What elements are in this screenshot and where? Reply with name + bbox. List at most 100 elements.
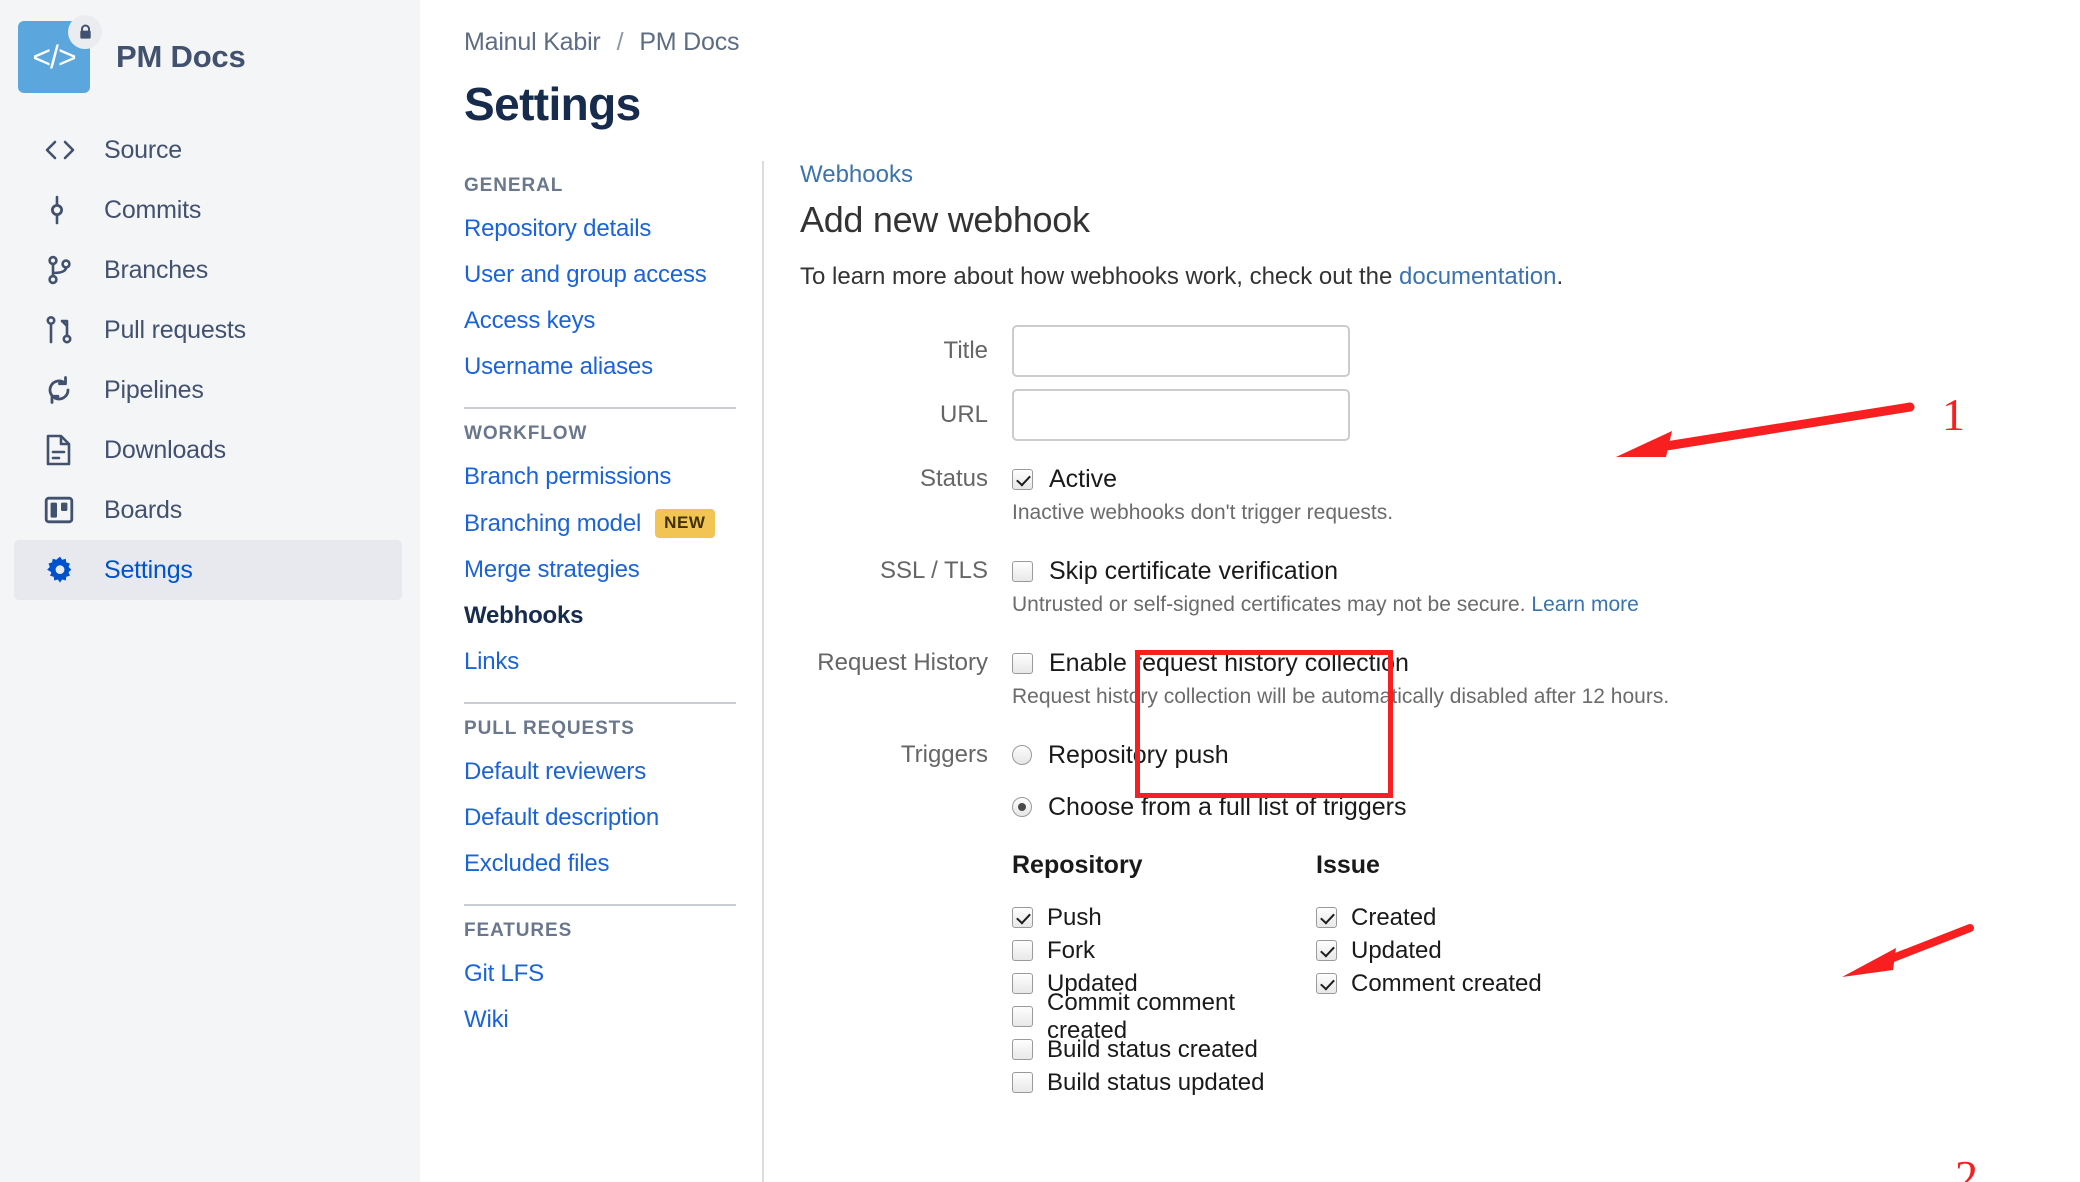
field-row-title: Title bbox=[800, 325, 2080, 377]
trigger-checkbox[interactable] bbox=[1012, 973, 1033, 994]
trigger-checkbox[interactable] bbox=[1316, 973, 1337, 994]
repository-name: PM Docs bbox=[116, 39, 246, 74]
field-row-ssl-tls: SSL / TLS Skip certificate verification … bbox=[800, 545, 2080, 625]
skip-cert-checkbox[interactable] bbox=[1012, 560, 1033, 582]
new-badge: NEW bbox=[655, 509, 715, 538]
trigger-issue-updated[interactable]: Updated bbox=[1316, 934, 1542, 967]
panel-breadcrumb-webhooks[interactable]: Webhooks bbox=[800, 161, 913, 188]
full-list-radio[interactable] bbox=[1012, 797, 1032, 817]
repository-push-radio[interactable] bbox=[1012, 745, 1032, 765]
trigger-groups: Repository Push Fork Updated Commit comm… bbox=[1012, 851, 1542, 1099]
trigger-checkbox[interactable] bbox=[1012, 1039, 1033, 1060]
trigger-checkbox[interactable] bbox=[1012, 1072, 1033, 1093]
settings-nav-link-links[interactable]: Links bbox=[464, 648, 740, 676]
main-content: Mainul Kabir / PM Docs Settings GENERAL … bbox=[420, 0, 2080, 1182]
ssl-tls-hint: Untrusted or self-signed certificates ma… bbox=[1012, 593, 1639, 617]
enable-request-history-row[interactable]: Enable request history collection bbox=[1012, 637, 1669, 689]
field-row-triggers: Triggers Repository push Choose from a f… bbox=[800, 729, 2080, 1099]
sidebar-item-commits[interactable]: Commits bbox=[14, 180, 402, 240]
sidebar-item-pipelines[interactable]: Pipelines bbox=[14, 360, 402, 420]
settings-nav-row-branching-model: Branching model NEW bbox=[464, 509, 740, 538]
settings-nav-link-username-aliases[interactable]: Username aliases bbox=[464, 353, 740, 381]
repository-sidebar: </> PM Docs Source Commits Branches Pull… bbox=[0, 0, 420, 1182]
request-history-label: Request History bbox=[817, 649, 988, 676]
url-control bbox=[1012, 389, 1350, 441]
settings-nav-link-repository-details[interactable]: Repository details bbox=[464, 215, 740, 243]
trigger-issue-comment-created[interactable]: Comment created bbox=[1316, 967, 1542, 1000]
downloads-icon bbox=[44, 434, 86, 466]
url-input[interactable] bbox=[1012, 389, 1350, 441]
full-list-label: Choose from a full list of triggers bbox=[1048, 792, 1407, 821]
settings-nav-link-default-description[interactable]: Default description bbox=[464, 804, 740, 832]
sidebar-item-label: Pull requests bbox=[104, 315, 246, 344]
sidebar-item-branches[interactable]: Branches bbox=[14, 240, 402, 300]
status-active-checkbox[interactable] bbox=[1012, 468, 1033, 490]
bitbucket-settings-page: </> PM Docs Source Commits Branches Pull… bbox=[0, 0, 2080, 1182]
title-input[interactable] bbox=[1012, 325, 1350, 377]
boards-icon bbox=[44, 495, 86, 525]
sidebar-item-settings[interactable]: Settings bbox=[14, 540, 402, 600]
trigger-label: Updated bbox=[1351, 936, 1442, 964]
status-active-row[interactable]: Active bbox=[1012, 453, 1393, 505]
sidebar-item-boards[interactable]: Boards bbox=[14, 480, 402, 540]
learn-more-link[interactable]: Learn more bbox=[1531, 593, 1638, 616]
webhook-form: Title URL Status Active Inactive webhook… bbox=[800, 325, 2080, 1099]
trigger-checkbox[interactable] bbox=[1316, 940, 1337, 961]
branches-icon bbox=[44, 255, 86, 285]
trigger-checkbox[interactable] bbox=[1012, 1006, 1033, 1027]
enable-request-history-checkbox[interactable] bbox=[1012, 652, 1033, 674]
pipelines-icon bbox=[44, 375, 86, 405]
trigger-checkbox[interactable] bbox=[1316, 907, 1337, 928]
breadcrumb-repo[interactable]: PM Docs bbox=[639, 28, 739, 57]
settings-nav-link-excluded-files[interactable]: Excluded files bbox=[464, 850, 740, 878]
page-title: Settings bbox=[464, 78, 641, 130]
settings-nav-link-user-and-group-access[interactable]: User and group access bbox=[464, 261, 740, 289]
sidebar-item-label: Downloads bbox=[104, 435, 226, 464]
pull-request-icon bbox=[44, 315, 86, 345]
settings-nav-link-webhooks[interactable]: Webhooks bbox=[464, 602, 740, 630]
sidebar-item-label: Source bbox=[104, 135, 183, 164]
panel-description-text: To learn more about how webhooks work, c… bbox=[800, 263, 1399, 290]
settings-nav-group-general: GENERAL Repository details User and grou… bbox=[464, 175, 740, 409]
settings-nav-link-branch-permissions[interactable]: Branch permissions bbox=[464, 463, 740, 491]
status-active-label: Active bbox=[1049, 464, 1118, 493]
settings-nav-link-wiki[interactable]: Wiki bbox=[464, 1006, 740, 1034]
sidebar-item-label: Settings bbox=[104, 555, 193, 584]
breadcrumb-separator: / bbox=[616, 28, 624, 56]
settings-nav-link-git-lfs[interactable]: Git LFS bbox=[464, 960, 740, 988]
sidebar-item-label: Pipelines bbox=[104, 375, 204, 404]
status-label: Status bbox=[919, 465, 988, 492]
sidebar-item-source[interactable]: Source bbox=[14, 120, 402, 180]
trigger-label: Fork bbox=[1047, 936, 1095, 964]
status-hint: Inactive webhooks don't trigger requests… bbox=[1012, 501, 1394, 524]
status-control: Active Inactive webhooks don't trigger r… bbox=[1012, 453, 1393, 533]
settings-nav-link-merge-strategies[interactable]: Merge strategies bbox=[464, 556, 740, 584]
trigger-option-full-list[interactable]: Choose from a full list of triggers bbox=[1012, 781, 1542, 833]
trigger-checkbox[interactable] bbox=[1012, 940, 1033, 961]
trigger-issue-created[interactable]: Created bbox=[1316, 901, 1542, 934]
gear-icon bbox=[44, 554, 86, 586]
field-row-url: URL bbox=[800, 389, 2080, 441]
settings-nav-divider bbox=[464, 407, 736, 409]
settings-nav-divider bbox=[464, 702, 736, 704]
trigger-label: Push bbox=[1047, 903, 1102, 931]
sidebar-item-downloads[interactable]: Downloads bbox=[14, 420, 402, 480]
settings-nav-link-access-keys[interactable]: Access keys bbox=[464, 307, 740, 335]
documentation-link[interactable]: documentation bbox=[1399, 263, 1556, 290]
trigger-checkbox[interactable] bbox=[1012, 907, 1033, 928]
sidebar-item-label: Commits bbox=[104, 195, 202, 224]
title-label: Title bbox=[943, 337, 988, 364]
trigger-option-repository-push[interactable]: Repository push bbox=[1012, 729, 1542, 781]
settings-nav-link-default-reviewers[interactable]: Default reviewers bbox=[464, 758, 740, 786]
breadcrumb-owner[interactable]: Mainul Kabir bbox=[464, 28, 601, 57]
repository-header[interactable]: </> PM Docs bbox=[0, 14, 420, 94]
settings-nav: GENERAL Repository details User and grou… bbox=[450, 161, 750, 1182]
skip-cert-label: Skip certificate verification bbox=[1049, 556, 1339, 585]
skip-cert-row[interactable]: Skip certificate verification bbox=[1012, 545, 1639, 597]
panel-description-suffix: . bbox=[1556, 263, 1564, 290]
field-row-request-history: Request History Enable request history c… bbox=[800, 637, 2080, 717]
settings-nav-link-branching-model[interactable]: Branching model bbox=[464, 510, 641, 538]
trigger-group-title: Issue bbox=[1316, 851, 1380, 879]
sidebar-item-pull-requests[interactable]: Pull requests bbox=[14, 300, 402, 360]
request-history-hint: Request history collection will be autom… bbox=[1012, 685, 1670, 708]
